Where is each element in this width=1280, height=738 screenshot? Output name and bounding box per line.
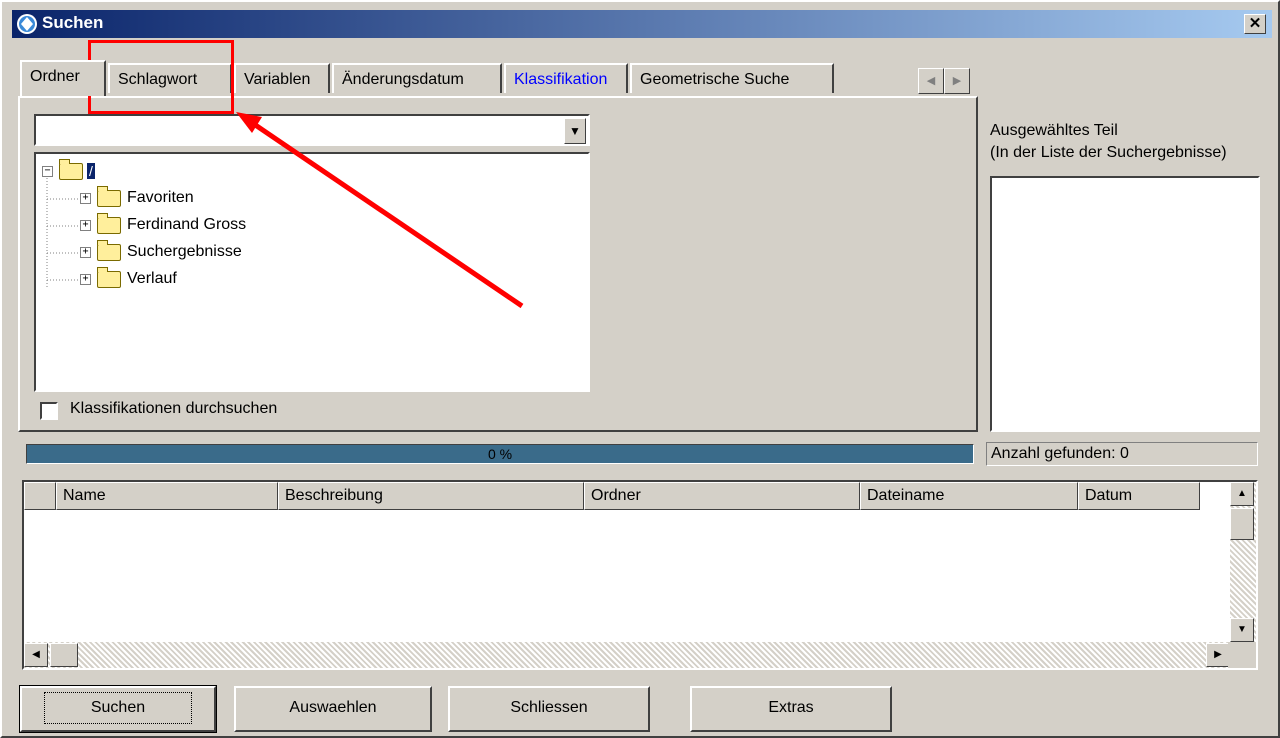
select-button[interactable]: Auswaehlen <box>234 686 432 732</box>
progress-text: 0 % <box>487 446 513 462</box>
column-header-beschreibung[interactable]: Beschreibung <box>278 482 584 510</box>
tab-geometrische-suche[interactable]: Geometrische Suche <box>630 63 834 93</box>
vertical-scrollbar[interactable]: ▲ ▼ <box>1230 482 1256 642</box>
tab-ordner[interactable]: Ordner <box>20 60 106 96</box>
folder-icon <box>97 239 121 261</box>
tab-aenderungsdatum[interactable]: Änderungsdatum <box>332 63 502 93</box>
scroll-thumb-horizontal[interactable] <box>50 643 78 667</box>
annotation-highlight-box <box>88 40 234 114</box>
tree-node-ferdinand-gross[interactable]: + Ferdinand Gross <box>80 212 247 236</box>
expand-icon[interactable]: + <box>80 192 91 204</box>
column-header-ordner[interactable]: Ordner <box>584 482 860 510</box>
classification-checkbox-label: Klassifikationen durchsuchen <box>70 400 278 417</box>
window-title: Suchen <box>42 13 104 32</box>
expand-icon[interactable]: + <box>80 273 91 285</box>
selected-part-label: Ausgewähltes Teil (In der Liste der Such… <box>990 122 1227 161</box>
selected-part-preview <box>990 176 1260 432</box>
scroll-right-icon[interactable]: ▶ <box>1206 643 1230 667</box>
folder-icon <box>97 212 121 234</box>
progress-bar: 0 % <box>26 444 974 464</box>
expand-icon[interactable]: + <box>80 246 91 258</box>
tree-node-label: Ferdinand Gross <box>127 216 247 233</box>
expand-icon[interactable]: + <box>80 219 91 231</box>
tab-scroll-right-icon[interactable]: ▶ <box>944 68 970 94</box>
column-header-dateiname[interactable]: Dateiname <box>860 482 1078 510</box>
tab-klassifikation[interactable]: Klassifikation <box>504 63 628 93</box>
folder-icon <box>97 185 121 207</box>
found-count: Anzahl gefunden: 0 <box>986 442 1258 466</box>
classification-checkbox[interactable] <box>40 402 58 420</box>
tree-node-label: / <box>87 163 95 179</box>
tab-scroller: ◀ ▶ <box>918 68 976 96</box>
folder-icon <box>97 266 121 288</box>
open-folder-icon <box>59 158 83 180</box>
scroll-thumb[interactable] <box>1230 508 1254 540</box>
tree-node-suchergebnisse[interactable]: + Suchergebnisse <box>80 239 242 263</box>
scroll-down-icon[interactable]: ▼ <box>1230 618 1254 642</box>
close-icon[interactable]: ✕ <box>1244 14 1266 34</box>
collapse-icon[interactable]: − <box>42 165 53 177</box>
horizontal-scrollbar[interactable]: ◀ ▶ <box>24 642 1230 668</box>
results-table[interactable]: Name Beschreibung Ordner Dateiname Datum… <box>22 480 1258 670</box>
folder-tree[interactable]: − / + Favoriten + Ferdinand Gross + Such… <box>34 152 590 392</box>
tab-scroll-left-icon[interactable]: ◀ <box>918 68 944 94</box>
row-indicator-header <box>24 482 56 510</box>
app-icon <box>17 14 37 34</box>
tree-node-label: Verlauf <box>127 270 177 287</box>
search-button[interactable]: Suchen <box>19 685 217 733</box>
scroll-left-icon[interactable]: ◀ <box>24 643 48 667</box>
table-header: Name Beschreibung Ordner Dateiname Datum <box>24 482 1200 510</box>
folder-combo[interactable]: ▼ <box>34 114 590 146</box>
tree-node-label: Favoriten <box>127 189 194 206</box>
chevron-down-icon[interactable]: ▼ <box>564 118 586 144</box>
tab-variablen[interactable]: Variablen <box>234 63 330 93</box>
column-header-name[interactable]: Name <box>56 482 278 510</box>
tree-node-label: Suchergebnisse <box>127 243 242 260</box>
scroll-up-icon[interactable]: ▲ <box>1230 482 1254 506</box>
close-button[interactable]: Schliessen <box>448 686 650 732</box>
scroll-corner <box>1228 642 1256 668</box>
tree-node-verlauf[interactable]: + Verlauf <box>80 266 177 290</box>
column-header-datum[interactable]: Datum <box>1078 482 1200 510</box>
tree-node-favoriten[interactable]: + Favoriten <box>80 185 194 209</box>
tree-node-root[interactable]: − / <box>42 158 95 182</box>
extras-button[interactable]: Extras <box>690 686 892 732</box>
title-bar[interactable]: Suchen ✕ <box>12 10 1272 38</box>
